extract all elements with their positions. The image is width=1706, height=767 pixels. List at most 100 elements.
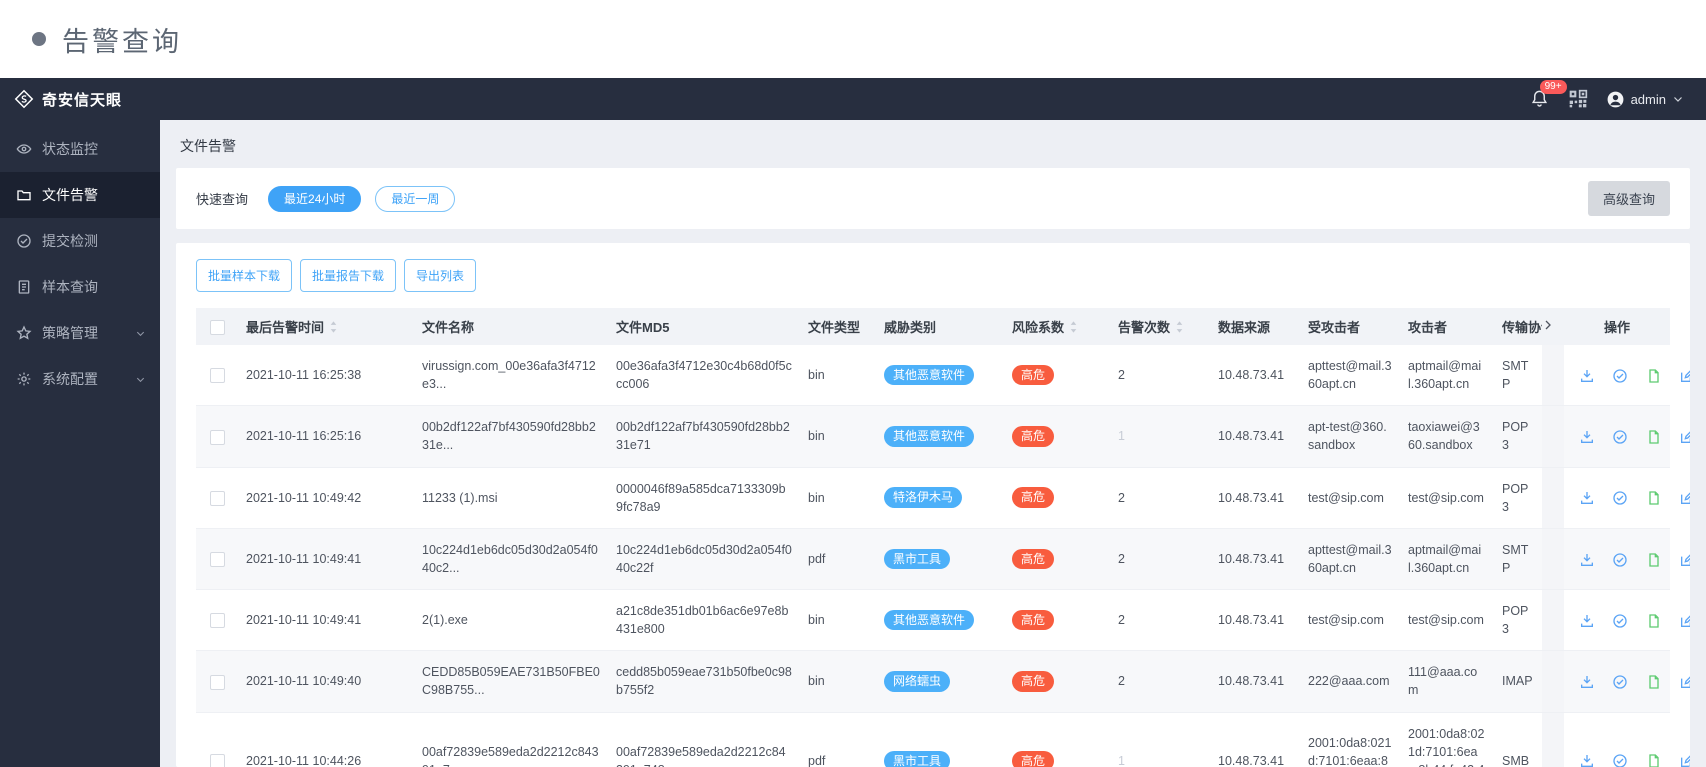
threat-type-tag: 特洛伊木马 — [884, 487, 963, 508]
quick-query-label: 快速查询 — [196, 192, 249, 207]
cell-file-type: pdf — [800, 712, 876, 767]
breadcrumb: 文件告警 — [180, 138, 236, 154]
cell-protocol: POP3 — [1494, 589, 1542, 652]
cell-alert-count: 2 — [1110, 650, 1210, 713]
download-icon[interactable] — [1579, 613, 1595, 629]
sidebar-item-label: 提交检测 — [42, 233, 98, 249]
batch-sample-download-button[interactable]: 批量样本下载 — [196, 259, 293, 292]
download-icon[interactable] — [1579, 429, 1595, 445]
download-icon[interactable] — [1579, 490, 1595, 506]
check-circle-icon[interactable] — [1612, 368, 1628, 384]
check-circle-icon[interactable] — [1612, 429, 1628, 445]
edit-icon[interactable] — [1679, 429, 1690, 445]
app-window: 奇安信天眼 99+ admin 状态监控 文件告警 提交检测 样本查询 策略管理… — [0, 78, 1706, 767]
user-menu[interactable]: admin — [1606, 90, 1684, 109]
scroll-right-icon[interactable] — [1542, 319, 1554, 331]
edit-icon[interactable] — [1679, 490, 1690, 506]
edit-icon[interactable] — [1679, 552, 1690, 568]
sort-icon[interactable] — [1069, 320, 1078, 334]
qr-code-icon[interactable] — [1568, 89, 1588, 109]
brand: 奇安信天眼 — [0, 89, 160, 110]
col-header-alert-count[interactable]: 告警次数 — [1110, 308, 1210, 345]
sidebar-item-submit-detect[interactable]: 提交检测 — [0, 218, 160, 264]
fixed-column-gap — [1542, 405, 1564, 468]
row-checkbox[interactable] — [209, 429, 225, 445]
cell-risk: 高危 — [1004, 405, 1110, 468]
export-list-button[interactable]: 导出列表 — [404, 259, 477, 292]
top-navbar: 奇安信天眼 99+ admin — [0, 78, 1706, 120]
report-file-icon[interactable] — [1646, 613, 1662, 629]
col-header-source: 数据来源 — [1210, 308, 1300, 345]
cell-file-type: bin — [800, 345, 876, 407]
sidebar-item-status-monitor[interactable]: 状态监控 — [0, 126, 160, 172]
row-checkbox[interactable] — [209, 490, 225, 506]
threat-type-tag: 其他恶意软件 — [884, 426, 975, 447]
check-circle-icon[interactable] — [1612, 674, 1628, 690]
sidebar-item-policy-mgmt[interactable]: 策略管理 — [0, 310, 160, 356]
quick-query-option-last-week[interactable]: 最近一周 — [375, 185, 456, 212]
sidebar-item-file-alerts[interactable]: 文件告警 — [0, 172, 160, 218]
check-circle-icon[interactable] — [1612, 753, 1628, 767]
cell-md5: 10c224d1eb6dc05d30d2a054f040c22f — [608, 528, 800, 591]
cell-source: 10.48.73.41 — [1210, 467, 1300, 529]
row-checkbox[interactable] — [209, 613, 225, 629]
sidebar-item-label: 策略管理 — [42, 325, 98, 341]
report-file-icon[interactable] — [1646, 490, 1662, 506]
cell-md5: a21c8de351db01b6ac6e97e8b431e800 — [608, 589, 800, 652]
report-file-icon[interactable] — [1646, 674, 1662, 690]
edit-icon[interactable] — [1679, 753, 1690, 767]
row-checkbox[interactable] — [209, 753, 225, 767]
sort-icon[interactable] — [329, 320, 338, 334]
avatar — [1607, 91, 1623, 107]
cell-victim: apttest@mail.360apt.cn — [1300, 528, 1400, 591]
cell-source: 10.48.73.41 — [1210, 345, 1300, 407]
cell-md5: 0000046f89a585dca7133309b9fc78a9 — [608, 467, 800, 529]
sort-icon[interactable] — [1175, 320, 1184, 334]
download-icon[interactable] — [1579, 552, 1595, 568]
cell-protocol: POP3 — [1494, 405, 1542, 468]
edit-icon[interactable] — [1679, 674, 1690, 690]
risk-tag: 高危 — [1012, 426, 1055, 447]
col-header-time[interactable]: 最后告警时间 — [238, 308, 414, 345]
quick-query-option-last-24h[interactable]: 最近24小时 — [268, 185, 362, 212]
report-file-icon[interactable] — [1646, 552, 1662, 568]
check-circle-icon[interactable] — [1612, 613, 1628, 629]
eye-icon — [16, 141, 32, 157]
cell-alert-count: 2 — [1110, 345, 1210, 407]
cell-risk: 高危 — [1004, 467, 1110, 529]
cell-protocol: SMTP — [1494, 528, 1542, 591]
check-circle-icon[interactable] — [1612, 490, 1628, 506]
sidebar-item-system-config[interactable]: 系统配置 — [0, 356, 160, 402]
edit-icon[interactable] — [1679, 613, 1690, 629]
threat-type-tag: 其他恶意软件 — [884, 364, 975, 386]
download-icon[interactable] — [1579, 674, 1595, 690]
check-circle-icon[interactable] — [1612, 552, 1628, 568]
report-file-icon[interactable] — [1646, 753, 1662, 767]
advanced-query-button[interactable]: 高级查询 — [1587, 181, 1670, 216]
edit-icon[interactable] — [1679, 368, 1690, 384]
cell-risk: 高危 — [1004, 650, 1110, 713]
fixed-column-gap — [1542, 650, 1564, 713]
row-checkbox[interactable] — [209, 368, 225, 384]
col-header-risk[interactable]: 风险系数 — [1004, 308, 1110, 345]
table-row: 2021-10-11 10:49:40 CEDD85B059EAE731B50F… — [196, 650, 1690, 713]
notification-bell-icon[interactable]: 99+ — [1530, 80, 1567, 109]
report-file-icon[interactable] — [1646, 368, 1662, 384]
cell-file-type: bin — [800, 589, 876, 652]
navbar-right: 99+ admin — [1530, 80, 1706, 109]
report-file-icon[interactable] — [1646, 429, 1662, 445]
cell-source: 10.48.73.41 — [1210, 589, 1300, 652]
download-icon[interactable] — [1579, 368, 1595, 384]
row-checkbox[interactable] — [209, 674, 225, 690]
row-checkbox[interactable] — [209, 552, 225, 568]
download-icon[interactable] — [1579, 753, 1595, 767]
cell-source: 10.48.73.41 — [1210, 650, 1300, 713]
select-all-checkbox[interactable] — [209, 319, 225, 335]
batch-report-download-button[interactable]: 批量报告下载 — [300, 259, 397, 292]
sidebar-item-sample-query[interactable]: 样本查询 — [0, 264, 160, 310]
chevron-down-icon — [136, 377, 145, 382]
threat-type-tag: 黑市工具 — [884, 750, 951, 767]
cell-protocol: SMTP — [1494, 345, 1542, 407]
threat-type-tag: 黑市工具 — [884, 548, 951, 570]
cell-threat-type: 其他恶意软件 — [876, 405, 1004, 468]
